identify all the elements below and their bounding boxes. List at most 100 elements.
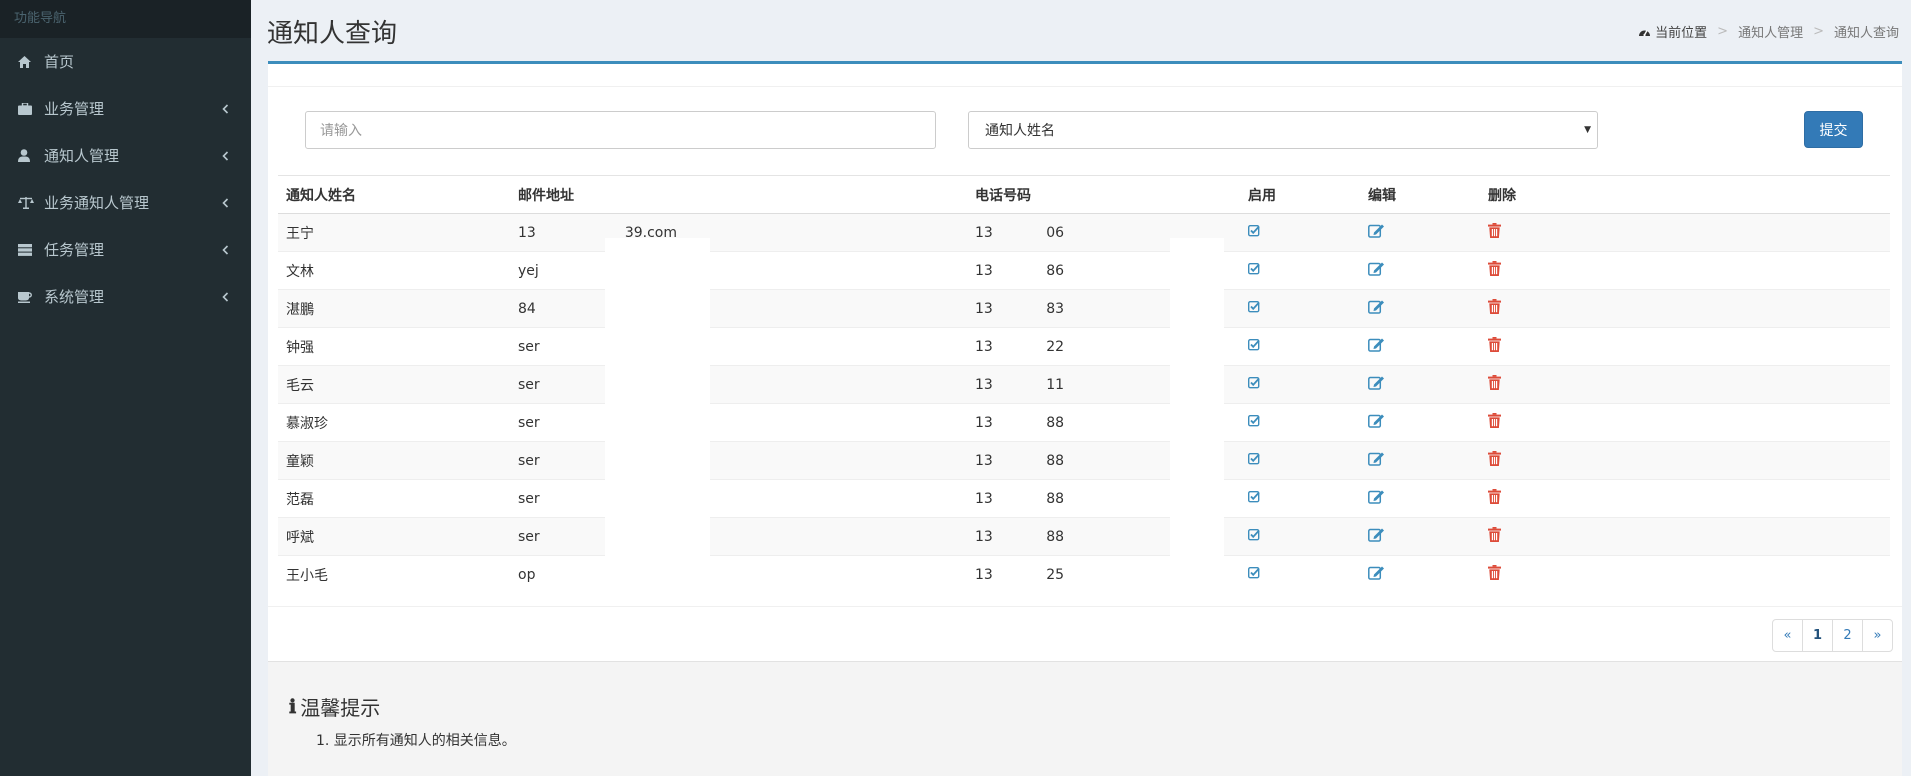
cell-name: 毛云 [278,365,510,404]
cell-name: 王小毛 [278,555,510,594]
check-square-icon[interactable] [1248,490,1260,503]
cell-email: ser vo.com [510,517,967,556]
edit-icon[interactable] [1368,299,1385,314]
cell-enabled [1240,441,1360,480]
cell-email: ser vo.com [510,479,967,518]
trash-icon[interactable] [1488,299,1501,314]
coffee-icon [18,291,44,303]
trash-icon[interactable] [1488,223,1501,238]
main-content: 通知人查询 当前位置 > 通知人管理 > 通知人查询 请输入 通知人姓名 ▼ 提… [251,0,1911,776]
dashboard-icon [1638,26,1651,37]
query-box: 请输入 通知人姓名 ▼ 提交 通知人姓名 邮件地址 电话号码 启用 编辑 删除 … [268,61,1902,661]
cell-delete [1480,479,1890,518]
edit-icon[interactable] [1368,261,1385,276]
cell-name: 文林 [278,251,510,290]
page-header: 通知人查询 当前位置 > 通知人管理 > 通知人查询 [267,0,1911,62]
check-square-icon[interactable] [1248,338,1260,351]
user-icon [18,149,44,162]
sidebar-header: 功能导航 [0,0,251,38]
trash-icon[interactable] [1488,261,1501,276]
edit-icon[interactable] [1368,451,1385,466]
tip-text: 1. 显示所有通知人的相关信息。 [316,733,516,749]
cell-edit [1360,327,1480,366]
table-header-row: 通知人姓名 邮件地址 电话号码 启用 编辑 删除 [278,175,1890,214]
tip-title: ℹ 温馨提示 [289,692,380,721]
cell-name: 湛鵬 [278,289,510,328]
search-input[interactable]: 请输入 [305,111,936,149]
cell-name: 慕淑珍 [278,403,510,442]
edit-icon[interactable] [1368,527,1385,542]
cell-edit [1360,555,1480,594]
cell-edit [1360,403,1480,442]
sidebar-item-home[interactable]: 首页 [0,38,251,85]
trash-icon[interactable] [1488,337,1501,352]
home-icon [18,55,44,68]
table-row: 文林 yej m 13 86 [278,251,1890,290]
cell-name: 王宁 [278,213,510,252]
sidebar-item-label: 业务通知人管理 [44,194,150,212]
cell-email: yej m [510,251,967,290]
edit-icon[interactable] [1368,223,1385,238]
breadcrumb-separator: > [1813,24,1824,39]
sidebar-item-task[interactable]: 任务管理 [0,226,251,273]
column-header-name: 通知人姓名 [278,175,510,214]
pagination-prev[interactable]: « [1772,619,1803,652]
search-field-select[interactable]: 通知人姓名 ▼ [968,111,1598,149]
table-row: 童颖 ser vo.com 13 88 [278,441,1890,480]
tip-box: ℹ 温馨提示 1. 显示所有通知人的相关信息。 [268,661,1902,776]
cell-edit [1360,213,1480,252]
check-square-icon[interactable] [1248,566,1260,579]
sidebar-item-label: 业务管理 [44,100,105,118]
pagination-page-2[interactable]: 2 [1832,619,1863,652]
notifier-table: 通知人姓名 邮件地址 电话号码 启用 编辑 删除 王宁 13 39.com 13 0… [278,175,1890,594]
balance-scale-icon [18,196,44,209]
cell-delete [1480,555,1890,594]
cell-email: ser o.com [510,327,967,366]
pagination: « 1 2 » [1772,619,1893,652]
check-square-icon[interactable] [1248,452,1260,465]
trash-icon[interactable] [1488,375,1501,390]
edit-icon[interactable] [1368,489,1385,504]
edit-icon[interactable] [1368,375,1385,390]
sidebar-item-business[interactable]: 业务管理 [0,85,251,132]
cell-delete [1480,441,1890,480]
select-value: 通知人姓名 [985,123,1055,139]
server-icon [18,243,44,256]
cell-edit [1360,365,1480,404]
sidebar-item-business-notifier[interactable]: 业务通知人管理 [0,179,251,226]
sidebar-item-system[interactable]: 系统管理 [0,273,251,320]
check-square-icon[interactable] [1248,224,1260,237]
caret-down-icon: ▼ [1584,125,1591,135]
column-header-edit: 编辑 [1360,175,1480,214]
edit-icon[interactable] [1368,413,1385,428]
trash-icon[interactable] [1488,527,1501,542]
table-row: 范磊 ser vo.com 13 88 [278,479,1890,518]
edit-icon[interactable] [1368,337,1385,352]
cell-name: 范磊 [278,479,510,518]
cell-delete [1480,403,1890,442]
check-square-icon[interactable] [1248,528,1260,541]
submit-button[interactable]: 提交 [1804,111,1863,148]
cell-enabled [1240,251,1360,290]
chevron-left-icon [222,288,229,306]
cell-name: 钟强 [278,327,510,366]
search-placeholder: 请输入 [320,123,362,139]
edit-icon[interactable] [1368,565,1385,580]
check-square-icon[interactable] [1248,262,1260,275]
trash-icon[interactable] [1488,565,1501,581]
redaction-mask [605,238,710,604]
breadcrumb-home[interactable]: 当前位置 [1655,22,1707,41]
check-square-icon[interactable] [1248,376,1260,389]
cell-email: op [510,555,967,594]
pagination-next[interactable]: » [1862,619,1893,652]
trash-icon[interactable] [1488,489,1501,504]
check-square-icon[interactable] [1248,300,1260,313]
trash-icon[interactable] [1488,413,1501,428]
chevron-left-icon [222,100,229,118]
sidebar-item-notifier[interactable]: 通知人管理 [0,132,251,179]
table-row: 慕淑珍 ser vo.com 13 88 [278,403,1890,442]
breadcrumb-item-notifier-management[interactable]: 通知人管理 [1738,22,1803,41]
pagination-page-1[interactable]: 1 [1802,619,1833,652]
trash-icon[interactable] [1488,451,1501,466]
check-square-icon[interactable] [1248,414,1260,427]
